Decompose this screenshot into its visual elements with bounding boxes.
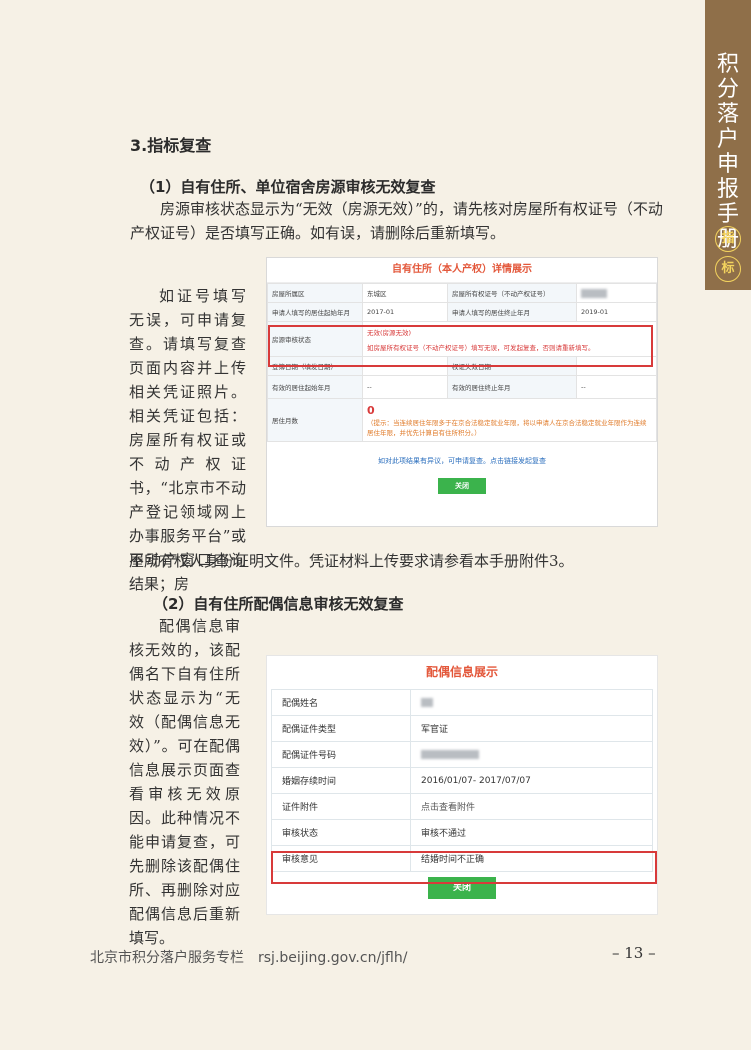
subsection-1-continued: 屋所有权人身份证明文件。凭证材料上传要求请参看本手册附件3。 (129, 552, 574, 570)
table-row: 婚姻存续时间 2016/01/07- 2017/07/07 (271, 767, 653, 794)
spouse-name-label: 配偶姓名 (271, 689, 411, 716)
reside-end-label: 申请人填写的居住终止年月 (447, 302, 577, 322)
subsection-1-title: （1）自有住所、单位宿舍房源审核无效复查 (140, 178, 436, 196)
audit-status-value: 审核不通过 (410, 819, 653, 846)
subsection-1-intro: 房源审核状态显示为“无效（房源无效）”的，请先核对房屋所有权证号（不动产权证号）… (130, 200, 663, 242)
months-label: 居住月数 (267, 398, 363, 442)
redacted-cert-no (581, 288, 607, 298)
table-row: 配偶姓名 (271, 689, 653, 716)
table-row: 有效的居住起始年月 -- 有效的居住终止年月 -- (267, 375, 657, 399)
reside-start-value: 2017-01 (362, 302, 448, 322)
opinion-highlight-frame (271, 851, 657, 884)
subsection-2-title: （2）自有住所配偶信息审核无效复查 (153, 595, 404, 613)
property-panel-title: 自有住所（本人产权）详情展示 (267, 258, 657, 283)
attachment-label: 证件附件 (271, 793, 411, 820)
district-value: 东城区 (362, 283, 448, 303)
table-row: 配偶证件号码 (271, 741, 653, 768)
table-row: 居住月数 0 （提示：当连续居住年限多于在京合法稳定就业年限，将以申请人在京合法… (267, 398, 657, 442)
property-detail-panel: 自有住所（本人产权）详情展示 房屋所属区 东城区 房屋所有权证号（不动产权证号）… (266, 257, 658, 527)
months-value-cell: 0 （提示：当连续居住年限多于在京合法稳定就业年限，将以申请人在京合法稳定就业年… (362, 398, 657, 442)
subsection-2-side-text: 配偶信息审核无效的，该配偶名下自有住所状态显示为“无效（配偶信息无效）”。可在配… (129, 617, 240, 947)
highlight-frame (268, 325, 653, 367)
spouse-name-value (410, 689, 653, 716)
table-row: 房屋所属区 东城区 房屋所有权证号（不动产权证号） (267, 283, 657, 303)
table-row: 配偶证件类型 军官证 (271, 715, 653, 742)
months-value: 0 (367, 403, 375, 417)
spouse-panel-title: 配偶信息展示 (425, 665, 498, 679)
id-number-value (410, 741, 653, 768)
reside-start-label: 申请人填写的居住起始年月 (267, 302, 363, 322)
close-button[interactable]: 关闭 (438, 478, 486, 494)
spouse-info-table: 配偶姓名 配偶证件类型 军官证 配偶证件号码 婚姻存续时间 2016/01/07- … (271, 689, 653, 872)
side-tab-title: 积分落户申报手册 (716, 52, 739, 252)
district-label: 房屋所属区 (267, 283, 363, 303)
valid-start-value: -- (362, 375, 448, 399)
manual-page: 积分落户申报手册 指 标 3.指标复查 （1）自有住所、单位宿舍房源审核无效复查… (0, 0, 751, 1050)
marriage-period-label: 婚姻存续时间 (271, 767, 411, 794)
id-number-label: 配偶证件号码 (271, 741, 411, 768)
cert-no-label: 房屋所有权证号（不动产权证号） (447, 283, 577, 303)
page-number: – 13 – (612, 944, 656, 962)
side-badges: 指 标 (714, 226, 742, 286)
view-attachment-link[interactable]: 点击查看附件 (410, 793, 653, 820)
table-row: 证件附件 点击查看附件 (271, 793, 653, 820)
cert-no-value (576, 283, 657, 303)
badge-zhi: 指 (715, 226, 741, 252)
id-type-label: 配偶证件类型 (271, 715, 411, 742)
months-note: （提示：当连续居住年限多于在京合法稳定就业年限，将以申请人在京合法稳定就业年限作… (367, 418, 647, 437)
valid-start-label: 有效的居住起始年月 (267, 375, 363, 399)
table-row: 审核状态 审核不通过 (271, 819, 653, 846)
valid-end-value: -- (576, 375, 657, 399)
table-row: 申请人填写的居住起始年月 2017-01 申请人填写的居住终止年月 2019-0… (267, 302, 657, 322)
badge-biao: 标 (715, 256, 741, 282)
appeal-link[interactable]: 如对此项结果有异议，可申请复查。点击链接发起复查 (267, 456, 657, 466)
reside-end-value: 2019-01 (576, 302, 657, 322)
marriage-period-value: 2016/01/07- 2017/07/07 (410, 767, 653, 794)
footer-text: 北京市积分落户服务专栏 rsj.beijing.gov.cn/jflh/ (90, 950, 408, 966)
id-type-value: 军官证 (410, 715, 653, 742)
redacted-name (421, 697, 433, 707)
redacted-id-number (421, 749, 479, 759)
chapter-side-tab: 积分落户申报手册 指 标 (705, 0, 751, 290)
audit-status-label: 审核状态 (271, 819, 411, 846)
valid-end-label: 有效的居住终止年月 (447, 375, 577, 399)
section-title: 3.指标复查 (130, 136, 212, 155)
